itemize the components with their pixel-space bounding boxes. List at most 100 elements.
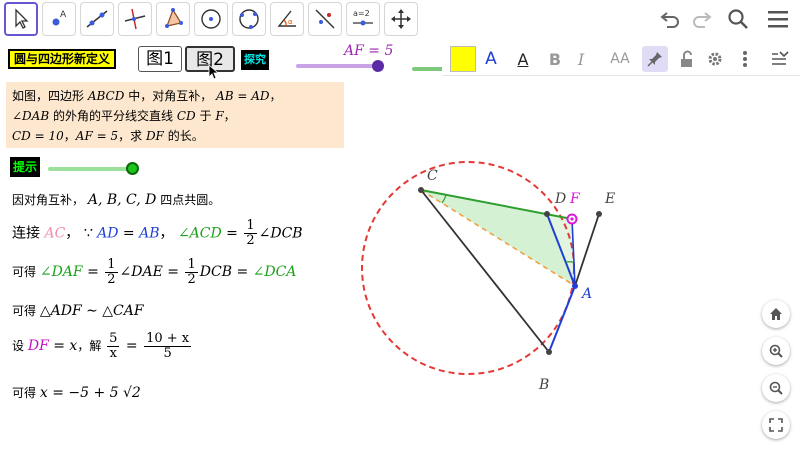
circle-three-points-tool[interactable] — [232, 2, 266, 36]
fullscreen-icon — [769, 418, 783, 432]
segment-cb — [420, 189, 550, 353]
hint-step-1: 因对角互补， A, B, C, D 四点共圆。 — [12, 191, 220, 208]
graphics-style-toggle[interactable] — [768, 46, 794, 72]
move-graphics-view-tool[interactable] — [384, 2, 418, 36]
svg-text:A: A — [60, 10, 67, 20]
toolbar: A α a=2 — [0, 0, 800, 40]
hint-slider-knob[interactable] — [126, 162, 139, 175]
style-bar-toggle-icon — [772, 51, 789, 65]
step2-because: ， ∵ — [65, 225, 93, 242]
redo-icon — [693, 12, 712, 28]
step5-rhs-den: 5 — [163, 346, 172, 361]
undo-button[interactable] — [656, 5, 684, 33]
text-color-button[interactable]: A — [478, 46, 504, 72]
more-options-button[interactable] — [732, 46, 758, 72]
secondary-slider-track[interactable] — [412, 67, 444, 71]
bold-button[interactable]: B — [542, 46, 568, 72]
home-button[interactable] — [762, 300, 790, 328]
undo-icon — [660, 12, 679, 28]
step3-half1-num: 1 — [105, 257, 118, 273]
reflect-tool[interactable] — [308, 2, 342, 36]
hint-step-5: 设 DF = x，解 5x = 10 + x5 — [12, 332, 193, 361]
segment-cd — [420, 189, 573, 220]
pin-button[interactable] — [642, 46, 668, 72]
point-e[interactable] — [596, 211, 602, 217]
step1-text: 因对角互补， — [12, 193, 85, 207]
step1-end: 四点共圆。 — [160, 193, 221, 207]
slider-tool[interactable]: a=2 — [346, 2, 380, 36]
problem-comma2: ， — [223, 109, 236, 123]
settings-button[interactable] — [702, 46, 728, 72]
perpendicular-line-tool[interactable] — [118, 2, 152, 36]
menu-button[interactable] — [764, 5, 792, 33]
figure-1-button[interactable]: 图1 — [138, 46, 182, 72]
point-f[interactable] — [566, 213, 578, 225]
zoom-out-button[interactable] — [762, 374, 790, 402]
angle-tool[interactable]: α — [270, 2, 304, 36]
page-title: 圆与四边形新定义 — [8, 49, 117, 69]
point-tool[interactable]: A — [42, 2, 76, 36]
angle-mark-c — [441, 194, 447, 204]
step3-dcb: DCB — [199, 264, 232, 280]
label-d: D — [554, 191, 566, 207]
point-b[interactable] — [546, 349, 552, 355]
fullscreen-button[interactable] — [762, 411, 790, 439]
step4-sim: △ADF ∼ △CAF — [39, 303, 144, 319]
color-swatch-button[interactable] — [450, 46, 476, 72]
problem-line2: 的外角的平分线交直线 — [53, 109, 174, 123]
text-size-button[interactable]: AA — [604, 46, 636, 72]
hint-slider-track[interactable] — [48, 167, 130, 171]
menu-icon — [768, 11, 788, 28]
pin-icon — [647, 52, 662, 67]
step2-eq: = — [118, 225, 140, 242]
step2-comma: ， — [159, 225, 174, 242]
point-f-dot — [570, 217, 574, 221]
step2-dcb: ∠DCB — [258, 225, 303, 242]
search-button[interactable] — [724, 5, 752, 33]
step3-half2-num: 1 — [185, 257, 198, 273]
problem-line-2: ∠DAB 的外角的平分线交直线 CD 于 F， — [12, 106, 338, 126]
reflect-icon — [315, 9, 335, 29]
gear-icon — [708, 52, 722, 66]
hint-step-3: 可得 ∠DAF = 1 2 ∠DAE = 1 2 DCB = ∠DCA — [12, 258, 296, 287]
polygon-icon — [165, 8, 183, 28]
step5-df: DF — [27, 338, 49, 354]
point-c[interactable] — [418, 187, 424, 193]
step5-lhs: 5x — [107, 332, 120, 361]
problem-end: 的长。 — [167, 129, 204, 143]
background-color-button[interactable]: A — [510, 46, 536, 72]
move-tool[interactable] — [4, 2, 38, 36]
af-slider-knob[interactable] — [372, 60, 384, 72]
step5-prefix: 设 — [12, 339, 25, 353]
circumcircle — [361, 161, 575, 375]
step3-eq3: = — [232, 264, 253, 280]
style-bar: A A B I AA — [442, 42, 800, 76]
step2-half: 12 — [244, 219, 257, 248]
af-slider-track[interactable] — [296, 64, 378, 68]
point-a[interactable] — [572, 283, 578, 289]
lock-button[interactable] — [674, 46, 700, 72]
problem-at: 于 — [199, 109, 212, 123]
label-c: C — [427, 168, 438, 184]
line-tool[interactable] — [80, 2, 114, 36]
problem-line-1: 如图，四边形 ABCD 中，对角互补， AB = AD， — [12, 86, 338, 106]
step1-points: A, B, C, D — [87, 192, 157, 208]
redo-button[interactable] — [688, 5, 716, 33]
label-f: F — [569, 191, 581, 207]
polygon-tool[interactable] — [156, 2, 190, 36]
step2-ac: AC — [44, 225, 66, 242]
italic-button[interactable]: I — [568, 46, 594, 72]
step2-half-den: 2 — [246, 233, 255, 248]
circle-center-point-tool[interactable] — [194, 2, 228, 36]
problem-intro: 如图，四边形 — [12, 89, 85, 103]
slider-tool-text: a=2 — [353, 9, 370, 18]
zoom-in-button[interactable] — [762, 337, 790, 365]
point-d[interactable] — [544, 211, 550, 217]
home-icon — [770, 308, 782, 320]
mouse-cursor-icon — [208, 64, 220, 80]
slider-icon: a=2 — [353, 9, 373, 26]
circle-points-icon — [239, 9, 259, 29]
segment-da — [546, 213, 576, 287]
explore-label: 探究 — [241, 50, 269, 70]
step2-eq2: = — [221, 225, 243, 242]
